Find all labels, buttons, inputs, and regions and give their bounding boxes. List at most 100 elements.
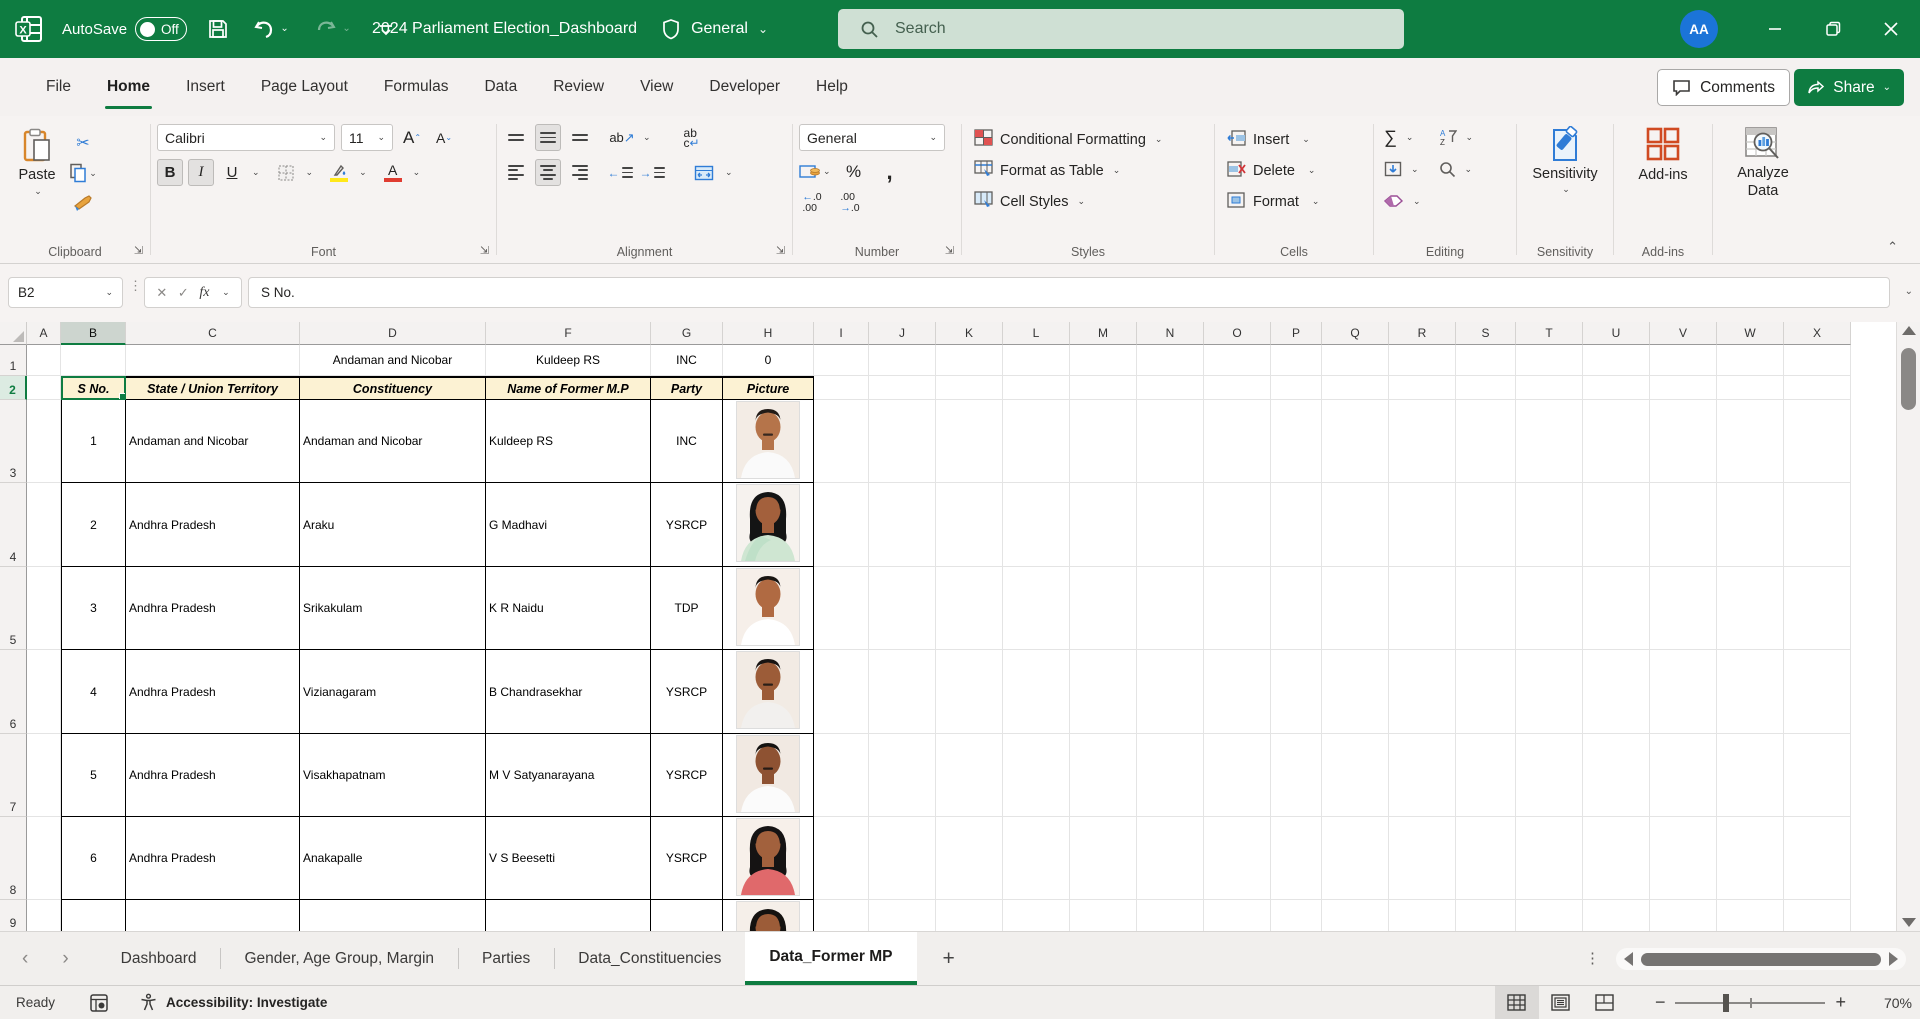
enter-icon[interactable]: ✓ xyxy=(178,285,189,301)
search-box[interactable]: Search xyxy=(838,9,1404,49)
cell-M1[interactable] xyxy=(1070,345,1137,376)
cell-T5[interactable] xyxy=(1516,567,1583,650)
cell-V4[interactable] xyxy=(1650,483,1717,567)
column-header-C[interactable]: C xyxy=(126,322,300,345)
cell-P6[interactable] xyxy=(1271,650,1322,734)
cell-J8[interactable] xyxy=(869,817,936,900)
cell-L6[interactable] xyxy=(1003,650,1070,734)
cell-N4[interactable] xyxy=(1137,483,1204,567)
cell-S2[interactable] xyxy=(1456,376,1516,400)
cell-P9[interactable] xyxy=(1271,900,1322,931)
cell-R2[interactable] xyxy=(1389,376,1456,400)
row-header-2[interactable]: 2 xyxy=(0,376,27,400)
align-bottom-button[interactable] xyxy=(567,124,593,151)
cell-C5[interactable]: Andhra Pradesh xyxy=(126,567,300,650)
autosave-toggle[interactable]: Off xyxy=(135,17,188,41)
cell-P5[interactable] xyxy=(1271,567,1322,650)
comments-button[interactable]: Comments xyxy=(1657,69,1790,106)
analyze-data-button[interactable]: Analyze Data xyxy=(1719,124,1807,200)
font-name-select[interactable]: Calibri ⌄ xyxy=(157,124,335,151)
cell-G2[interactable]: Party xyxy=(651,376,723,400)
column-header-R[interactable]: R xyxy=(1389,322,1456,345)
format-as-table-button[interactable]: Format as Table ⌄ xyxy=(974,155,1208,186)
redo-button[interactable]: ⌄ xyxy=(311,16,355,42)
cell-F9[interactable] xyxy=(486,900,651,931)
cell-J7[interactable] xyxy=(869,734,936,817)
ribbon-tab-formulas[interactable]: Formulas xyxy=(366,58,467,116)
copy-button[interactable]: ⌄ xyxy=(68,160,98,186)
cell-S6[interactable] xyxy=(1456,650,1516,734)
align-middle-button[interactable] xyxy=(535,124,561,151)
cell-P2[interactable] xyxy=(1271,376,1322,400)
cell-G8[interactable]: YSRCP xyxy=(651,817,723,900)
borders-chevron-icon[interactable]: ⌄ xyxy=(306,167,314,178)
increase-decimal-button[interactable]: ←.0.00 xyxy=(799,189,825,216)
cell-H8[interactable] xyxy=(723,817,814,900)
cell-U9[interactable] xyxy=(1583,900,1650,931)
row-header-8[interactable]: 8 xyxy=(0,817,27,900)
column-header-T[interactable]: T xyxy=(1516,322,1583,345)
ribbon-tab-file[interactable]: File xyxy=(28,58,89,116)
cell-B2[interactable]: S No. xyxy=(61,376,126,400)
sheet-tab-data-constituencies[interactable]: Data_Constituencies xyxy=(554,932,745,985)
cell-D7[interactable]: Visakhapatnam xyxy=(300,734,486,817)
cell-W6[interactable] xyxy=(1717,650,1784,734)
addins-button[interactable]: Add-ins xyxy=(1620,124,1706,183)
row-header-4[interactable]: 4 xyxy=(0,483,27,567)
cell-T2[interactable] xyxy=(1516,376,1583,400)
add-sheet-button[interactable]: + xyxy=(917,932,981,985)
cell-H6[interactable] xyxy=(723,650,814,734)
cell-D3[interactable]: Andaman and Nicobar xyxy=(300,400,486,483)
cell-A1[interactable] xyxy=(27,345,61,376)
cell-L5[interactable] xyxy=(1003,567,1070,650)
column-header-B[interactable]: B xyxy=(61,322,126,345)
column-header-N[interactable]: N xyxy=(1137,322,1204,345)
number-format-select[interactable]: General ⌄ xyxy=(799,124,945,151)
column-header-K[interactable]: K xyxy=(936,322,1003,345)
cell-U2[interactable] xyxy=(1583,376,1650,400)
cell-D6[interactable]: Vizianagaram xyxy=(300,650,486,734)
cell-C2[interactable]: State / Union Territory xyxy=(126,376,300,400)
cell-O8[interactable] xyxy=(1204,817,1271,900)
clipboard-dialog-launcher[interactable]: ⇲ xyxy=(132,245,145,258)
cell-U8[interactable] xyxy=(1583,817,1650,900)
cell-L2[interactable] xyxy=(1003,376,1070,400)
cell-C4[interactable]: Andhra Pradesh xyxy=(126,483,300,567)
cell-X9[interactable] xyxy=(1784,900,1851,931)
find-select-button[interactable]: ⌄ xyxy=(1439,156,1474,182)
column-header-O[interactable]: O xyxy=(1204,322,1271,345)
zoom-level[interactable]: 70% xyxy=(1864,995,1912,1011)
ribbon-tab-data[interactable]: Data xyxy=(466,58,535,116)
cell-L1[interactable] xyxy=(1003,345,1070,376)
cell-T6[interactable] xyxy=(1516,650,1583,734)
cell-T7[interactable] xyxy=(1516,734,1583,817)
align-center-button[interactable] xyxy=(535,159,561,186)
column-header-A[interactable]: A xyxy=(27,322,61,345)
cell-B1[interactable] xyxy=(61,345,126,376)
cell-K6[interactable] xyxy=(936,650,1003,734)
increase-indent-button[interactable]: → xyxy=(639,159,665,186)
cell-I4[interactable] xyxy=(814,483,869,567)
cell-B8[interactable]: 6 xyxy=(61,817,126,900)
delete-cells-button[interactable]: Delete ⌄ xyxy=(1227,155,1367,186)
accounting-format-button[interactable]: ⌄ xyxy=(799,158,831,185)
fill-color-chevron-icon[interactable]: ⌄ xyxy=(359,167,367,178)
cell-H2[interactable]: Picture xyxy=(723,376,814,400)
undo-button[interactable]: ⌄ xyxy=(249,16,293,42)
ribbon-tab-help[interactable]: Help xyxy=(798,58,866,116)
column-header-J[interactable]: J xyxy=(869,322,936,345)
cell-W9[interactable] xyxy=(1717,900,1784,931)
cell-W2[interactable] xyxy=(1717,376,1784,400)
format-painter-button[interactable] xyxy=(68,190,98,216)
scroll-down-icon[interactable] xyxy=(1902,918,1916,927)
cell-F7[interactable]: M V Satyanarayana xyxy=(486,734,651,817)
cell-O5[interactable] xyxy=(1204,567,1271,650)
cell-M7[interactable] xyxy=(1070,734,1137,817)
align-right-button[interactable] xyxy=(567,159,593,186)
view-page-layout-button[interactable] xyxy=(1539,986,1583,1019)
column-header-I[interactable]: I xyxy=(814,322,869,345)
ribbon-tab-home[interactable]: Home xyxy=(89,58,168,116)
cell-F2[interactable]: Name of Former M.P xyxy=(486,376,651,400)
cell-G7[interactable]: YSRCP xyxy=(651,734,723,817)
cell-I1[interactable] xyxy=(814,345,869,376)
